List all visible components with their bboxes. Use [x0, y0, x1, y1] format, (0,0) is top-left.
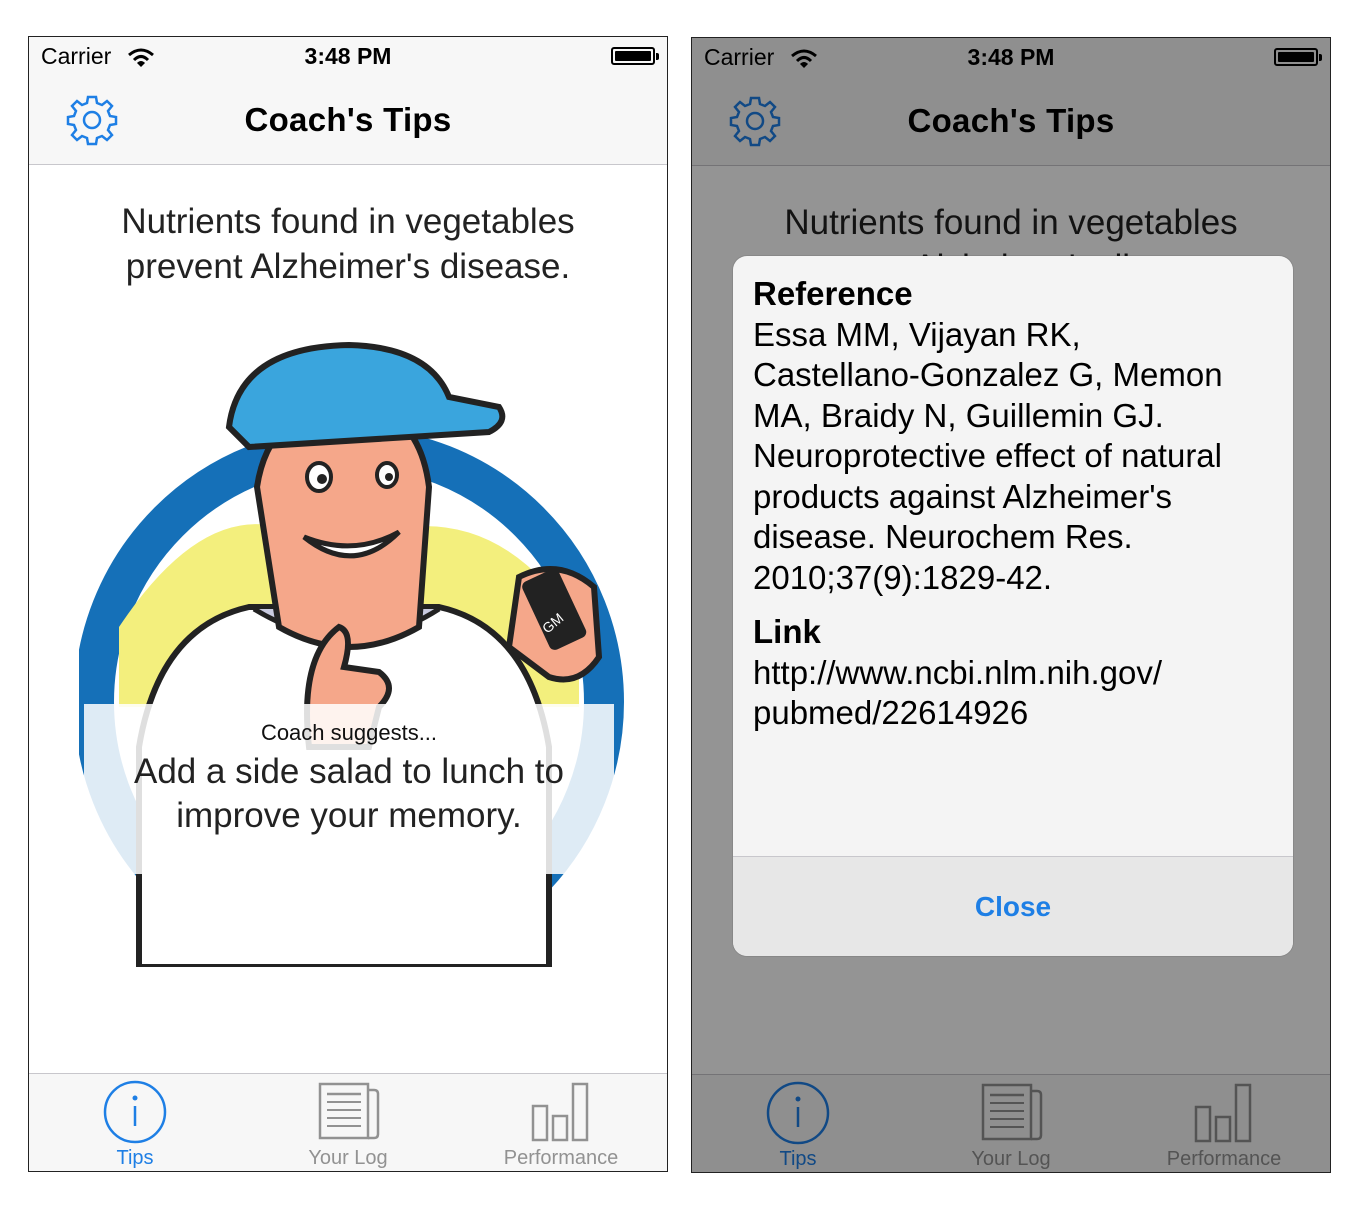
tips-screen: Carrier 3:48 PM Coach's Tips Nutrients f…: [28, 36, 668, 1172]
tip-fact-line: Nutrients found in vegetables: [784, 203, 1238, 242]
reference-line: Castellano-Gonzalez G, Memon: [753, 356, 1223, 393]
reference-alert: Reference Essa MM, Vijayan RK, Castellan…: [733, 256, 1293, 956]
coach-suggestion-panel: Coach suggests... Add a side salad to lu…: [84, 704, 614, 874]
reference-line: Neuroprotective effect of natural: [753, 437, 1222, 474]
tab-bar: Tips Your Log Performance: [692, 1074, 1330, 1172]
tab-your-log[interactable]: Your Log: [258, 1074, 438, 1171]
reference-line: Essa MM, Vijayan RK,: [753, 315, 1081, 353]
log-icon: [981, 1083, 1043, 1141]
tip-fact-line: Nutrients found in vegetables: [121, 202, 575, 241]
link-heading: Link: [753, 613, 821, 650]
tab-label: Performance: [503, 1147, 619, 1169]
reference-screen: Carrier 3:48 PM Coach's Tips Nutrients f…: [691, 37, 1331, 1173]
tab-tips[interactable]: Tips: [45, 1074, 225, 1171]
page-title: Coach's Tips: [907, 102, 1115, 139]
suggestion-line: improve your memory.: [176, 796, 522, 835]
tab-bar: Tips Your Log Performance: [29, 1073, 667, 1171]
tab-label: Tips: [779, 1148, 817, 1170]
info-icon: [103, 1080, 167, 1144]
tab-label: Performance: [1166, 1148, 1282, 1170]
battery-icon: [1274, 48, 1322, 66]
suggestion-text: Add a side salad to lunch to improve you…: [84, 750, 614, 838]
tab-performance[interactable]: Performance: [471, 1074, 651, 1171]
status-time: 3:48 PM: [967, 44, 1055, 70]
tab-label: Your Log: [971, 1148, 1051, 1170]
tip-fact-line: prevent Alzheimer's disease.: [125, 247, 571, 286]
reference-line: MA, Braidy N, Guillemin GJ.: [753, 396, 1164, 434]
log-icon: [318, 1082, 380, 1140]
reference-heading: Reference: [753, 275, 913, 312]
status-bar: Carrier 3:48 PM: [29, 37, 667, 79]
suggestion-line: Add a side salad to lunch to: [133, 752, 564, 791]
tab-performance[interactable]: Performance: [1134, 1075, 1314, 1172]
navigation-bar: Coach's Tips: [692, 80, 1330, 166]
info-icon: [766, 1081, 830, 1145]
reference-line: disease. Neurochem Res.: [753, 518, 1133, 555]
tab-label: Tips: [116, 1147, 154, 1169]
link-line: http://www.ncbi.nlm.nih.gov/: [753, 653, 1163, 691]
tab-tips[interactable]: Tips: [708, 1075, 888, 1172]
navigation-bar: Coach's Tips: [29, 79, 667, 165]
battery-icon: [611, 47, 659, 65]
reference-line: 2010;37(9):1829-42.: [753, 558, 1053, 596]
alert-message: Reference Essa MM, Vijayan RK, Castellan…: [753, 274, 1273, 734]
bar-chart-icon: [531, 1082, 589, 1142]
tab-your-log[interactable]: Your Log: [921, 1075, 1101, 1172]
bar-chart-icon: [1194, 1083, 1252, 1143]
status-bar: Carrier 3:48 PM: [692, 38, 1330, 80]
tip-fact: Nutrients found in vegetables prevent Al…: [69, 199, 627, 289]
link-line: pubmed/22614926: [753, 694, 1029, 731]
reference-line: products against Alzheimer's: [753, 477, 1173, 515]
suggestion-label: Coach suggests...: [260, 720, 438, 745]
tab-label: Your Log: [308, 1147, 388, 1169]
page-title: Coach's Tips: [244, 101, 452, 138]
status-time: 3:48 PM: [304, 43, 392, 69]
close-button[interactable]: Close: [733, 857, 1293, 956]
